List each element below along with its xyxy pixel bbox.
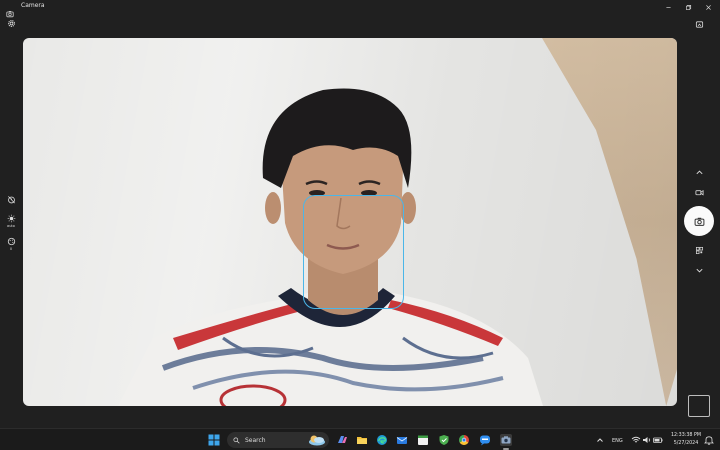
bell-icon: [704, 436, 714, 445]
camera-switch-button[interactable]: [692, 17, 706, 31]
taskbar-zalo[interactable]: [479, 434, 491, 446]
chrome-browser-icon: [459, 435, 469, 445]
timer-off-icon: [7, 195, 15, 203]
restore-button[interactable]: [679, 0, 697, 14]
taskbar-file-explorer[interactable]: [356, 434, 368, 446]
switch-camera-icon: [695, 20, 703, 28]
restore-icon: [685, 4, 691, 10]
show-hidden-icons-button[interactable]: [594, 434, 606, 446]
hdr-label: auto: [7, 224, 15, 228]
hdr-button[interactable]: auto: [3, 212, 19, 230]
taskbar-calendar[interactable]: [417, 434, 429, 446]
search-label: Search: [245, 436, 266, 444]
palette-icon: [7, 237, 15, 246]
qr-code-icon: [695, 246, 703, 254]
weather-cloud-icon: [309, 435, 325, 446]
chevron-up-icon: [695, 170, 703, 174]
battery-icon: [653, 437, 663, 443]
take-photo-button[interactable]: [684, 206, 714, 236]
battery-status[interactable]: [652, 434, 664, 446]
title-bar: Camera: [0, 0, 720, 18]
hdr-icon: [7, 214, 15, 223]
barcode-mode-button[interactable]: [692, 244, 706, 256]
chevron-down-icon: [695, 268, 703, 272]
search-icon: [233, 436, 240, 444]
taskbar-search-box[interactable]: Search: [227, 432, 329, 448]
taskbar: Search ENG 12:33:38 PM 5/27/2024: [0, 428, 720, 450]
mail-icon: [396, 437, 408, 444]
windows-logo-icon: [208, 434, 220, 446]
taskbar-edge[interactable]: [376, 434, 388, 446]
face-detection-box: [303, 195, 404, 309]
window-title: Camera: [21, 2, 45, 9]
camera-app-window: Camera auto 0: [0, 0, 720, 428]
close-button[interactable]: [699, 0, 717, 14]
minimize-button[interactable]: [659, 0, 677, 14]
folder-icon: [357, 437, 367, 444]
chat-bubble-icon: [480, 435, 490, 446]
brightness-button[interactable]: 0: [3, 235, 19, 253]
collapse-up-button[interactable]: [692, 166, 706, 178]
gear-icon: [7, 19, 15, 27]
camera-app-icon: [6, 3, 14, 18]
shield-icon: [439, 435, 449, 445]
notifications-button[interactable]: [703, 434, 715, 446]
chevron-up-icon: [597, 438, 603, 442]
edge-browser-icon: [377, 435, 387, 445]
minimize-icon: [665, 6, 671, 8]
copilot-icon: [338, 436, 347, 443]
brightness-label: 0: [9, 247, 13, 251]
settings-button[interactable]: [5, 17, 17, 29]
camera-app-taskbar-icon: [501, 436, 511, 444]
taskbar-camera-app[interactable]: [500, 434, 512, 446]
active-app-indicator: [503, 448, 509, 450]
video-camera-icon: [694, 189, 704, 195]
video-mode-button[interactable]: [692, 186, 706, 198]
calendar-icon: [418, 435, 428, 445]
taskbar-chrome[interactable]: [458, 434, 470, 446]
expand-down-button[interactable]: [692, 264, 706, 276]
camera-viewfinder[interactable]: [23, 38, 677, 406]
taskbar-clock[interactable]: 12:33:38 PM 5/27/2024: [668, 432, 704, 447]
start-button[interactable]: [208, 434, 220, 446]
clock-time: 12:33:38 PM: [670, 433, 702, 438]
taskbar-copilot[interactable]: [336, 434, 348, 446]
clock-date: 5/27/2024: [673, 440, 699, 446]
input-language-indicator[interactable]: ENG: [612, 438, 623, 444]
camera-icon: [694, 217, 704, 226]
taskbar-mail[interactable]: [396, 434, 408, 446]
last-capture-thumbnail[interactable]: [688, 395, 710, 417]
timer-button[interactable]: [4, 193, 18, 205]
close-icon: [705, 4, 711, 10]
taskbar-security-app[interactable]: [438, 434, 450, 446]
